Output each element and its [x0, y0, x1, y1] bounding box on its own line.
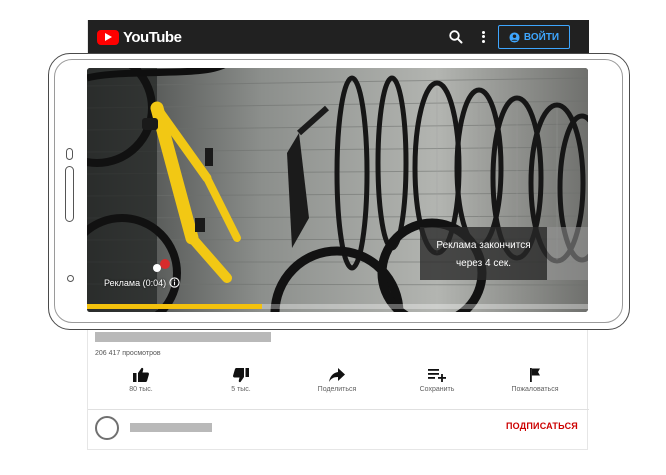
ad-countdown-line1: Реклама закончится [436, 240, 531, 251]
thumbs-down-icon [233, 368, 249, 383]
ad-preview-thumbnail [547, 227, 588, 280]
channel-name-placeholder[interactable] [130, 423, 212, 432]
share-label: Поделиться [317, 386, 357, 393]
playlist-add-icon [428, 369, 446, 382]
phone-speaker [65, 166, 74, 222]
save-button[interactable]: Сохранить [397, 367, 477, 393]
ad-timer-text: Реклама (0:04) [104, 277, 167, 288]
channel-avatar[interactable] [95, 416, 119, 440]
ad-progress-fill [87, 304, 263, 309]
share-icon [329, 368, 345, 382]
youtube-play-icon [97, 29, 119, 45]
logo-text: YouTube [123, 28, 182, 46]
dislike-count: 5 тыс. [231, 386, 251, 393]
phone-camera [66, 148, 73, 160]
phone-sensor [67, 275, 74, 282]
save-label: Сохранить [419, 386, 455, 393]
top-app-bar: YouTube ВОЙТИ [88, 20, 589, 53]
signin-button[interactable]: ВОЙТИ [498, 25, 570, 49]
action-bar: 80 тыс. 5 тыс. Поделиться Сохранить Пожа… [88, 367, 589, 403]
more-vert-icon[interactable] [479, 29, 487, 45]
video-title-placeholder [95, 332, 271, 342]
info-icon[interactable] [169, 277, 180, 288]
search-icon[interactable] [448, 29, 464, 45]
ad-countdown-line2: через 4 сек. [455, 258, 512, 269]
share-button[interactable]: Поделиться [297, 367, 377, 393]
youtube-logo[interactable]: YouTube [97, 28, 182, 46]
flag-icon [530, 368, 540, 382]
ad-countdown-box: Реклама закончится через 4 сек. [420, 227, 547, 280]
ad-label: Реклама (0:04) [104, 277, 180, 288]
signin-label: ВОЙТИ [523, 31, 560, 43]
subscribe-button[interactable]: ПОДПИСАТЬСЯ [506, 421, 578, 431]
view-count: 206 417 просмотров [95, 350, 161, 357]
video-player[interactable]: Реклама (0:04) Реклама закончится через … [87, 68, 588, 312]
report-button[interactable]: Пожаловаться [495, 367, 575, 393]
divider [88, 409, 589, 410]
dislike-button[interactable]: 5 тыс. [201, 367, 281, 393]
account-circle-icon [509, 31, 520, 43]
thumbs-up-icon [133, 367, 149, 382]
like-button[interactable]: 80 тыс. [101, 367, 181, 393]
report-label: Пожаловаться [511, 386, 559, 393]
like-count: 80 тыс. [129, 386, 153, 393]
